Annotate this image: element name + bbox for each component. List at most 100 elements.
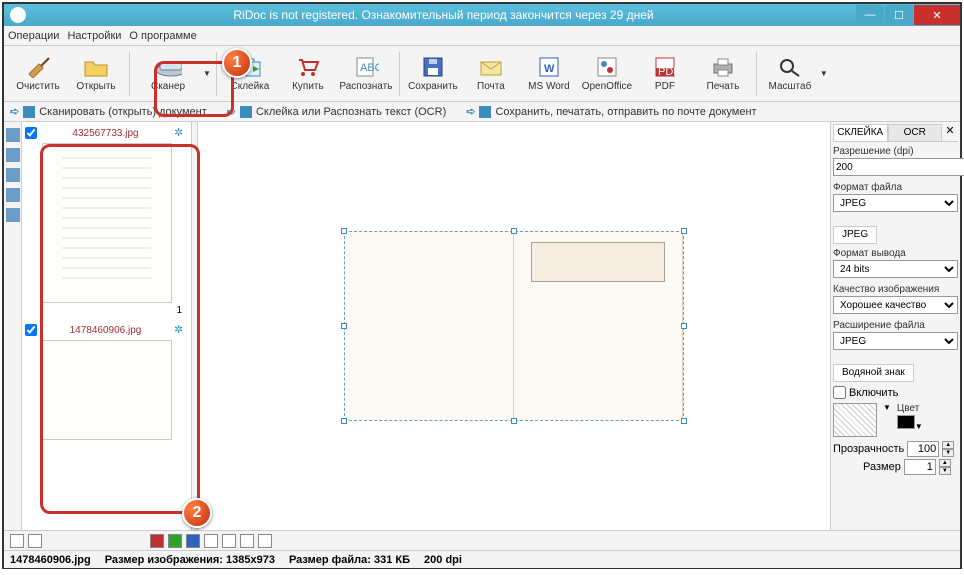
bt-icon[interactable] xyxy=(240,534,254,548)
resize-handle[interactable] xyxy=(681,323,687,329)
maximize-button[interactable]: ☐ xyxy=(885,5,913,25)
print-button[interactable]: Печать xyxy=(695,49,751,99)
watermark-enable-checkbox[interactable] xyxy=(833,386,846,399)
hint-scan: Сканировать (открыть) документ xyxy=(39,106,207,118)
folder-icon xyxy=(82,55,110,79)
window-title: RiDoc is not registered. Ознакомительный… xyxy=(32,8,855,22)
opacity-input[interactable] xyxy=(907,441,939,457)
spin-up[interactable]: ▲ xyxy=(942,441,954,449)
open-button[interactable]: Открыть xyxy=(68,49,124,99)
status-fsize-label: Размер файла: xyxy=(289,554,371,566)
size-label: Размер xyxy=(863,461,901,473)
resize-handle[interactable] xyxy=(511,228,517,234)
save-button[interactable]: Сохранить xyxy=(405,49,461,99)
document-preview[interactable] xyxy=(344,231,684,421)
clear-button[interactable]: Очистить xyxy=(10,49,66,99)
bt-icon[interactable] xyxy=(222,534,236,548)
glue-icon xyxy=(236,55,264,79)
openoffice-button[interactable]: OpenOffice xyxy=(579,49,635,99)
word-button[interactable]: W MS Word xyxy=(521,49,577,99)
ext-select[interactable]: JPEG xyxy=(833,332,958,350)
glue-button[interactable]: Склейка xyxy=(222,49,278,99)
word-icon: W xyxy=(535,55,563,79)
envelope-icon xyxy=(477,55,505,79)
preview-area[interactable] xyxy=(198,122,830,530)
buy-button[interactable]: Купить xyxy=(280,49,336,99)
thumbnail-item[interactable]: 432567733.jpg ✲ 1 xyxy=(25,125,188,316)
rail-icon[interactable] xyxy=(6,128,20,142)
bt-icon[interactable] xyxy=(150,534,164,548)
bt-icon[interactable] xyxy=(28,534,42,548)
resize-handle[interactable] xyxy=(341,228,347,234)
resize-handle[interactable] xyxy=(681,228,687,234)
bt-icon[interactable] xyxy=(168,534,182,548)
left-rail xyxy=(4,122,22,530)
menu-operations[interactable]: Операции xyxy=(8,30,59,42)
bt-icon[interactable] xyxy=(186,534,200,548)
thumbnail-item[interactable]: 1478460906.jpg ✲ xyxy=(25,322,188,440)
bt-icon[interactable] xyxy=(204,534,218,548)
resize-handle[interactable] xyxy=(341,418,347,424)
resize-handle[interactable] xyxy=(681,418,687,424)
color-swatch[interactable] xyxy=(897,415,915,429)
status-filename: 1478460906.jpg xyxy=(10,554,91,566)
scanner-dropdown-arrow[interactable]: ▼ xyxy=(203,69,211,78)
mail-button[interactable]: Почта xyxy=(463,49,519,99)
stamp-area xyxy=(531,242,665,282)
gear-icon[interactable]: ✲ xyxy=(174,323,188,337)
openoffice-icon xyxy=(593,55,621,79)
thumb-number: 1 xyxy=(25,305,188,316)
pattern-preview xyxy=(833,403,877,437)
thumb-filename: 432567733.jpg xyxy=(37,128,174,139)
app-icon xyxy=(10,7,26,23)
rail-icon[interactable] xyxy=(6,148,20,162)
watermark-subtab[interactable]: Водяной знак xyxy=(833,364,914,382)
format-select[interactable]: JPEG xyxy=(833,194,958,212)
svg-text:W: W xyxy=(544,63,555,75)
thumb-checkbox[interactable] xyxy=(25,324,37,336)
panel-close-icon[interactable]: ✕ xyxy=(942,124,958,141)
status-dim-label: Размер изображения: xyxy=(105,554,223,566)
zoom-dropdown-arrow[interactable]: ▼ xyxy=(820,69,828,78)
menu-settings[interactable]: Настройки xyxy=(67,30,121,42)
ocr-button[interactable]: ABC Распознать xyxy=(338,49,394,99)
close-button[interactable]: ✕ xyxy=(914,5,960,25)
rail-icon[interactable] xyxy=(6,168,20,182)
quality-select[interactable]: Хорошее качество xyxy=(833,296,958,314)
output-select[interactable]: 24 bits xyxy=(833,260,958,278)
thumb-preview[interactable] xyxy=(42,340,172,440)
status-dim-value: 1385x973 xyxy=(226,554,275,566)
zoom-button[interactable]: Масштаб xyxy=(762,49,818,99)
spin-down[interactable]: ▼ xyxy=(939,467,951,475)
tab-glue[interactable]: СКЛЕЙКА xyxy=(833,124,888,141)
bt-icon[interactable] xyxy=(10,534,24,548)
pdf-icon: PDF xyxy=(651,55,679,79)
bottom-toolbar xyxy=(4,530,960,550)
rail-icon[interactable] xyxy=(6,188,20,202)
svg-text:PDF: PDF xyxy=(658,66,678,78)
resize-handle[interactable] xyxy=(511,418,517,424)
gear-icon[interactable]: ✲ xyxy=(174,126,188,140)
tab-ocr[interactable]: OCR xyxy=(888,124,943,141)
resize-handle[interactable] xyxy=(341,323,347,329)
size-input[interactable] xyxy=(904,459,936,475)
rail-icon[interactable] xyxy=(6,208,20,222)
format-label: Формат файла xyxy=(833,182,958,193)
spin-up[interactable]: ▲ xyxy=(939,459,951,467)
bt-icon[interactable] xyxy=(258,534,272,548)
thumb-preview[interactable] xyxy=(42,143,172,303)
menu-about[interactable]: О программе xyxy=(129,30,196,42)
scanner-button[interactable]: Сканер xyxy=(135,49,201,99)
thumb-checkbox[interactable] xyxy=(25,127,37,139)
jpeg-subtab[interactable]: JPEG xyxy=(833,226,877,244)
quality-label: Качество изображения xyxy=(833,284,958,295)
minimize-button[interactable]: — xyxy=(856,5,884,25)
pdf-button[interactable]: PDF PDF xyxy=(637,49,693,99)
color-dropdown-arrow[interactable]: ▼ xyxy=(915,422,923,431)
spin-down[interactable]: ▼ xyxy=(942,449,954,457)
dpi-label: Разрешение (dpi) xyxy=(833,146,958,157)
watermark-enable-label: Включить xyxy=(849,387,898,399)
dpi-input[interactable] xyxy=(833,158,964,176)
printer-icon xyxy=(709,55,737,79)
pattern-dropdown-arrow[interactable]: ▼ xyxy=(883,403,891,412)
